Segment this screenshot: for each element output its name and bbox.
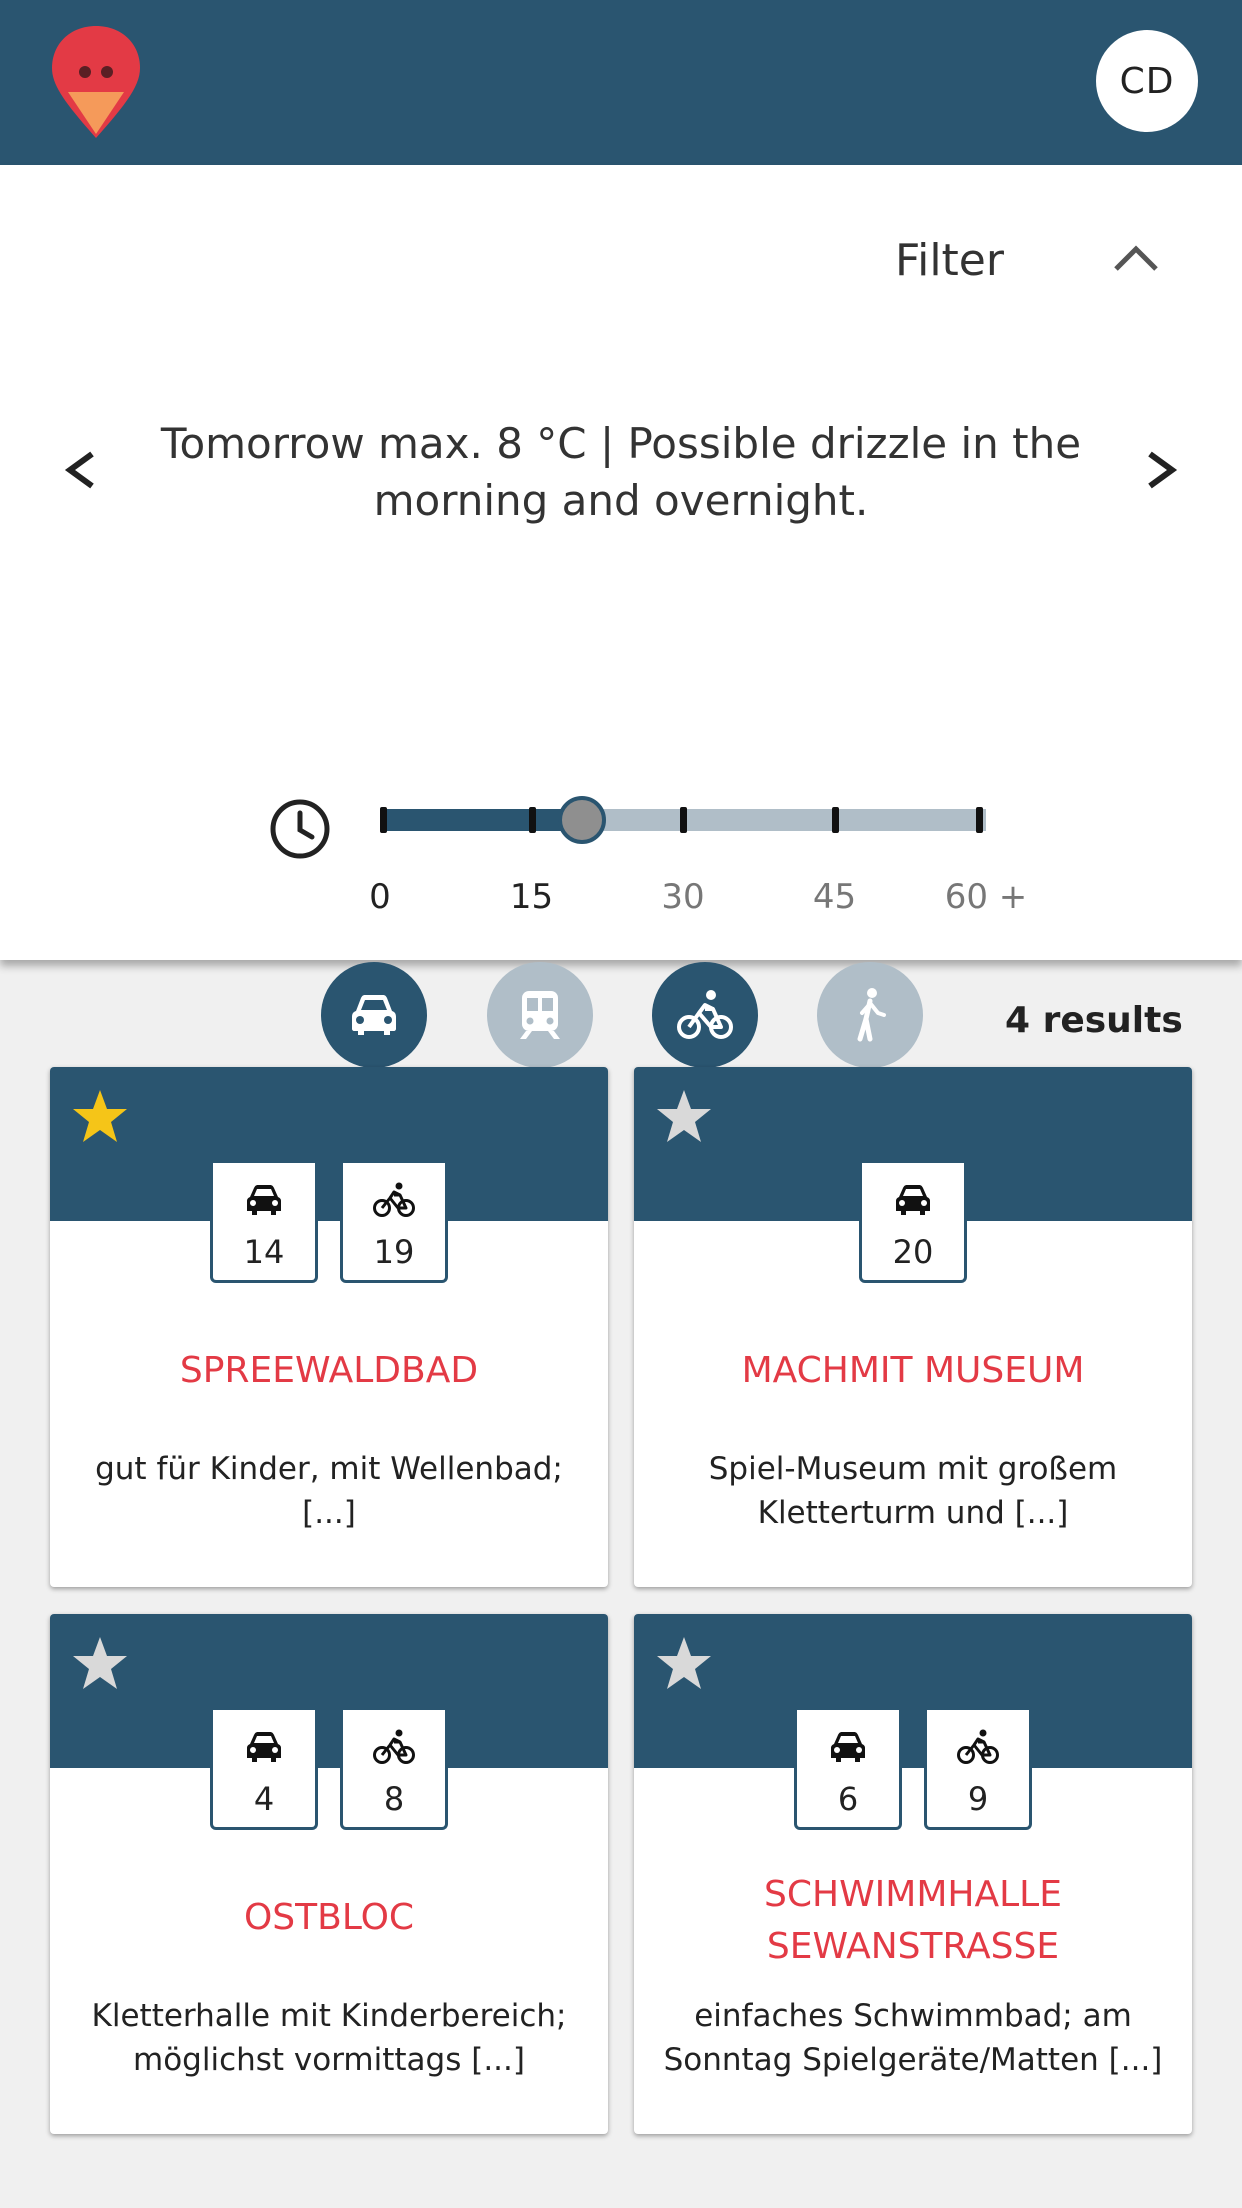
slider-tick: [380, 807, 387, 833]
travel-time-badge: 19: [340, 1163, 448, 1283]
travel-time-slider[interactable]: [380, 796, 986, 844]
slider-tick: [680, 807, 687, 833]
walk-icon: [857, 988, 886, 1042]
car-icon: [247, 1732, 281, 1762]
results-count: 4 results: [1005, 1000, 1183, 1041]
favorite-star-icon[interactable]: [654, 1087, 714, 1147]
car-icon: [896, 1185, 930, 1215]
car-icon: [247, 1185, 281, 1215]
favorite-star-icon[interactable]: [70, 1087, 130, 1147]
mode-train-button[interactable]: [487, 962, 593, 1068]
slider-thumb[interactable]: [558, 796, 606, 844]
card-title[interactable]: SCHWIMMHALLE SEWANSTRASSE: [634, 1869, 1192, 1973]
clock-icon: [270, 799, 330, 859]
travel-minutes: 6: [837, 1780, 859, 1818]
result-card[interactable]: 14 19 SPREEWALDBAD gut für Kinder, mit Well…: [50, 1067, 608, 1587]
travel-minutes: 9: [967, 1780, 989, 1818]
car-icon: [352, 995, 396, 1035]
travel-time-badge: 14: [210, 1163, 318, 1283]
travel-badges: 48: [50, 1710, 608, 1830]
weather-next-icon[interactable]: [1138, 440, 1184, 500]
filter-panel: Filter Tomorrow max. 8 °C | Possible dri…: [0, 165, 1242, 1068]
travel-badges: 14 19: [50, 1163, 608, 1283]
result-card[interactable]: 4 8 OSTBLOC Kletterhalle mit Kinderbereich;…: [50, 1614, 608, 2134]
train-icon: [520, 991, 560, 1039]
filter-label[interactable]: Filter: [895, 235, 1004, 286]
result-card[interactable]: 20 MACHMIT MUSEUM Spiel-Museum mit großem …: [634, 1067, 1192, 1587]
card-description: einfaches Schwimmbad; am Sonntag Spielge…: [663, 1998, 1163, 2078]
bike-icon: [373, 1182, 415, 1217]
card-description: gut für Kinder, mit Wellenbad; [...]: [95, 1451, 563, 1531]
travel-time-badge: 6: [794, 1710, 902, 1830]
mode-car-button[interactable]: [321, 962, 427, 1068]
card-title[interactable]: SPREEWALDBAD: [50, 1345, 608, 1397]
weather-forecast: Tomorrow max. 8 °C | Possible drizzle in…: [160, 419, 1082, 525]
bike-icon: [373, 1729, 415, 1764]
travel-time-badge: 20: [859, 1163, 967, 1283]
slider-tick-label: 30: [661, 877, 705, 917]
slider-tick-label: 60 +: [944, 877, 1028, 917]
mode-walk-button[interactable]: [817, 962, 923, 1068]
favorite-star-icon[interactable]: [70, 1634, 130, 1694]
travel-time-badge: 9: [924, 1710, 1032, 1830]
avatar[interactable]: CD: [1096, 30, 1198, 132]
pin-bird-logo[interactable]: [48, 22, 144, 142]
travel-badges: 69: [634, 1710, 1192, 1830]
slider-tick-label: 45: [812, 877, 857, 917]
travel-minutes: 4: [253, 1780, 275, 1818]
mode-bike-button[interactable]: [652, 962, 758, 1068]
favorite-star-icon[interactable]: [654, 1634, 714, 1694]
weather-prev-icon[interactable]: [58, 440, 104, 500]
slider-tick-label: 15: [509, 877, 554, 917]
app-header: CD: [0, 0, 1242, 165]
card-title[interactable]: OSTBLOC: [50, 1892, 608, 1944]
bike-icon: [957, 1729, 999, 1764]
result-card[interactable]: 6 9 SCHWIMMHALLE SEWANSTRASSE einfaches Sch…: [634, 1614, 1192, 2134]
slider-tick-label: 0: [369, 877, 391, 917]
travel-badges: 20: [634, 1163, 1192, 1283]
card-title[interactable]: MACHMIT MUSEUM: [634, 1345, 1192, 1397]
slider-fill: [380, 809, 582, 831]
chevron-up-icon[interactable]: [1110, 237, 1162, 277]
card-description: Kletterhalle mit Kinderbereich; möglichs…: [91, 1998, 567, 2078]
slider-tick: [976, 807, 983, 833]
travel-time-badge: 4: [210, 1710, 318, 1830]
travel-minutes: 14: [243, 1233, 285, 1271]
travel-minutes: 8: [383, 1780, 405, 1818]
travel-time-badge: 8: [340, 1710, 448, 1830]
bike-icon: [677, 990, 733, 1039]
slider-tick: [528, 807, 536, 833]
slider-tick: [831, 807, 839, 833]
travel-minutes: 20: [892, 1233, 934, 1271]
card-description: Spiel-Museum mit großem Kletterturm und …: [708, 1451, 1118, 1531]
car-icon: [831, 1732, 865, 1762]
travel-minutes: 19: [373, 1233, 415, 1271]
